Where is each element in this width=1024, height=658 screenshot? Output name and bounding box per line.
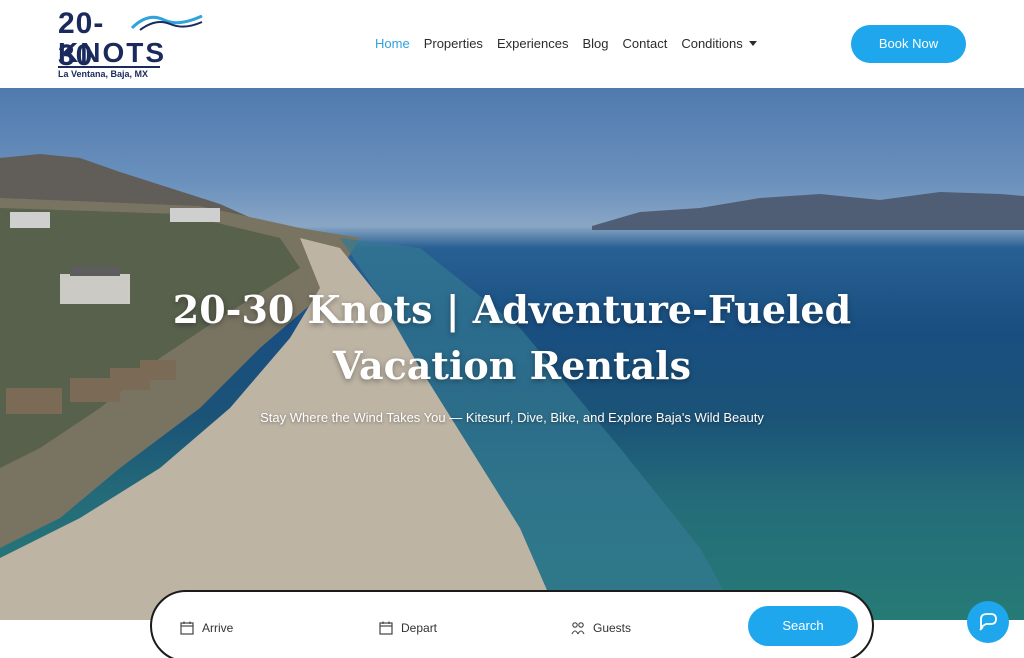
guests-field[interactable]: Guests [571, 616, 631, 640]
logo-tagline: La Ventana, Baja, MX [58, 69, 149, 79]
nav-blog[interactable]: Blog [582, 34, 608, 54]
logo-word: KNOTS [58, 37, 166, 68]
calendar-icon [180, 621, 194, 635]
arrive-field[interactable]: Arrive [180, 616, 233, 640]
hero-section: 20-30 Knots | Adventure-Fueled Vacation … [0, 88, 1024, 620]
arrive-label: Arrive [202, 621, 234, 635]
chat-button[interactable] [967, 601, 1009, 643]
nav-home[interactable]: Home [375, 34, 410, 54]
chat-icon [979, 613, 997, 631]
nav-contact[interactable]: Contact [623, 34, 668, 54]
booking-search-bar: Arrive Depart Guests Search [150, 590, 874, 658]
depart-field[interactable]: Depart [379, 616, 437, 640]
guests-label: Guests [593, 621, 632, 635]
nav-conditions[interactable]: Conditions [681, 34, 757, 54]
hero-subtitle: Stay Where the Wind Takes You — Kitesurf… [260, 410, 764, 425]
nav-conditions-label: Conditions [681, 36, 743, 51]
hero-title: 20-30 Knots | Adventure-Fueled Vacation … [172, 287, 852, 388]
depart-label: Depart [401, 621, 438, 635]
chevron-down-icon [748, 41, 757, 46]
logo-divider [58, 66, 160, 68]
search-button[interactable]: Search [748, 606, 858, 646]
nav-experiences[interactable]: Experiences [497, 34, 569, 54]
book-now-button[interactable]: Book Now [851, 25, 966, 63]
main-nav: Home Properties Experiences Blog Contact… [375, 34, 771, 54]
calendar-icon [379, 621, 393, 635]
site-header: 20-30 KNOTS La Ventana, Baja, MX Home Pr… [0, 0, 1024, 88]
site-logo[interactable]: 20-30 KNOTS La Ventana, Baja, MX [56, 8, 206, 80]
guests-icon [571, 622, 585, 635]
nav-properties[interactable]: Properties [424, 34, 483, 54]
wave-icon [130, 14, 203, 31]
